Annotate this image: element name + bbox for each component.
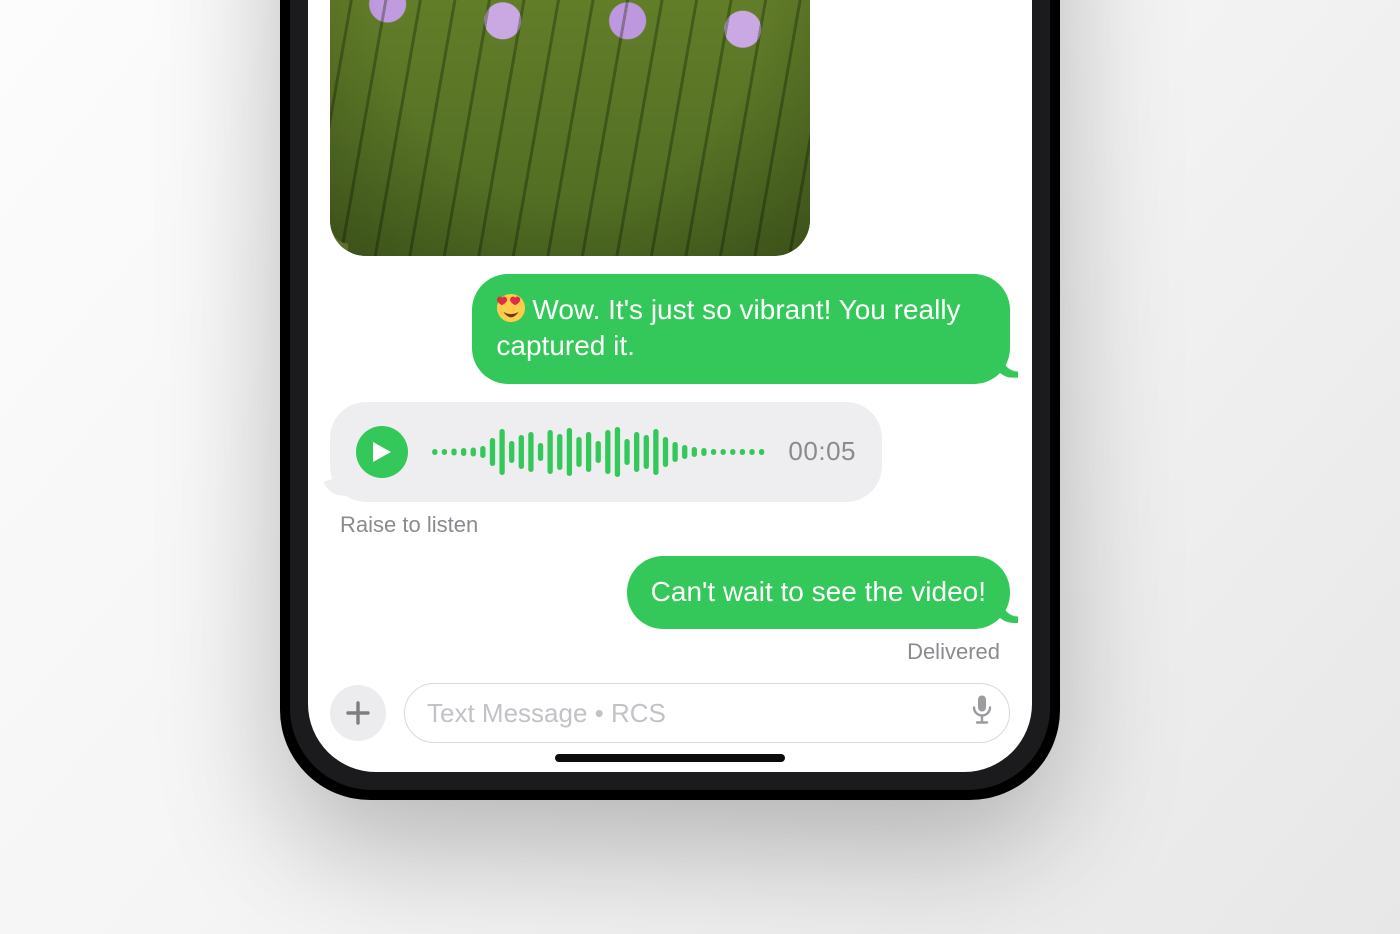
microphone-icon (971, 695, 993, 725)
audio-play-button[interactable] (356, 426, 408, 478)
audio-duration: 00:05 (788, 435, 856, 468)
image-attachment[interactable] (330, 0, 810, 256)
raise-to-listen-hint: Raise to listen (340, 512, 1010, 538)
message-row-incoming-image (330, 0, 1010, 256)
message-row-outgoing-2: Can't wait to see the video! (330, 556, 1010, 630)
message-input-placeholder: Text Message • RCS (427, 698, 666, 729)
outgoing-bubble-1[interactable]: Wow. It's just so vibrant! You really ca… (472, 274, 1010, 384)
photo-vignette (330, 0, 810, 256)
audio-message-bubble[interactable]: 00:05 (330, 402, 882, 502)
phone-frame: Wow. It's just so vibrant! You really ca… (280, 0, 1060, 800)
outgoing-text-2: Can't wait to see the video! (651, 576, 986, 607)
home-indicator[interactable] (555, 754, 785, 762)
outgoing-text-1: Wow. It's just so vibrant! You really ca… (496, 294, 960, 361)
message-composer: Text Message • RCS (330, 682, 1010, 744)
plus-icon (344, 699, 372, 727)
play-icon (371, 440, 393, 464)
stage: Wow. It's just so vibrant! You really ca… (0, 0, 1400, 934)
audio-waveform (430, 424, 766, 480)
phone-bezel: Wow. It's just so vibrant! You really ca… (290, 0, 1050, 790)
outgoing-bubble-2[interactable]: Can't wait to see the video! (627, 556, 1010, 630)
heart-eyes-emoji (496, 293, 526, 323)
conversation-thread: Wow. It's just so vibrant! You really ca… (308, 0, 1032, 660)
dictation-button[interactable] (971, 695, 993, 732)
message-input[interactable]: Text Message • RCS (404, 683, 1010, 743)
delivery-status: Delivered (330, 639, 1000, 665)
messages-app-screen: Wow. It's just so vibrant! You really ca… (308, 0, 1032, 772)
message-row-outgoing-1: Wow. It's just so vibrant! You really ca… (330, 274, 1010, 384)
message-row-incoming-audio: 00:05 (330, 402, 1010, 502)
attach-button[interactable] (330, 685, 386, 741)
